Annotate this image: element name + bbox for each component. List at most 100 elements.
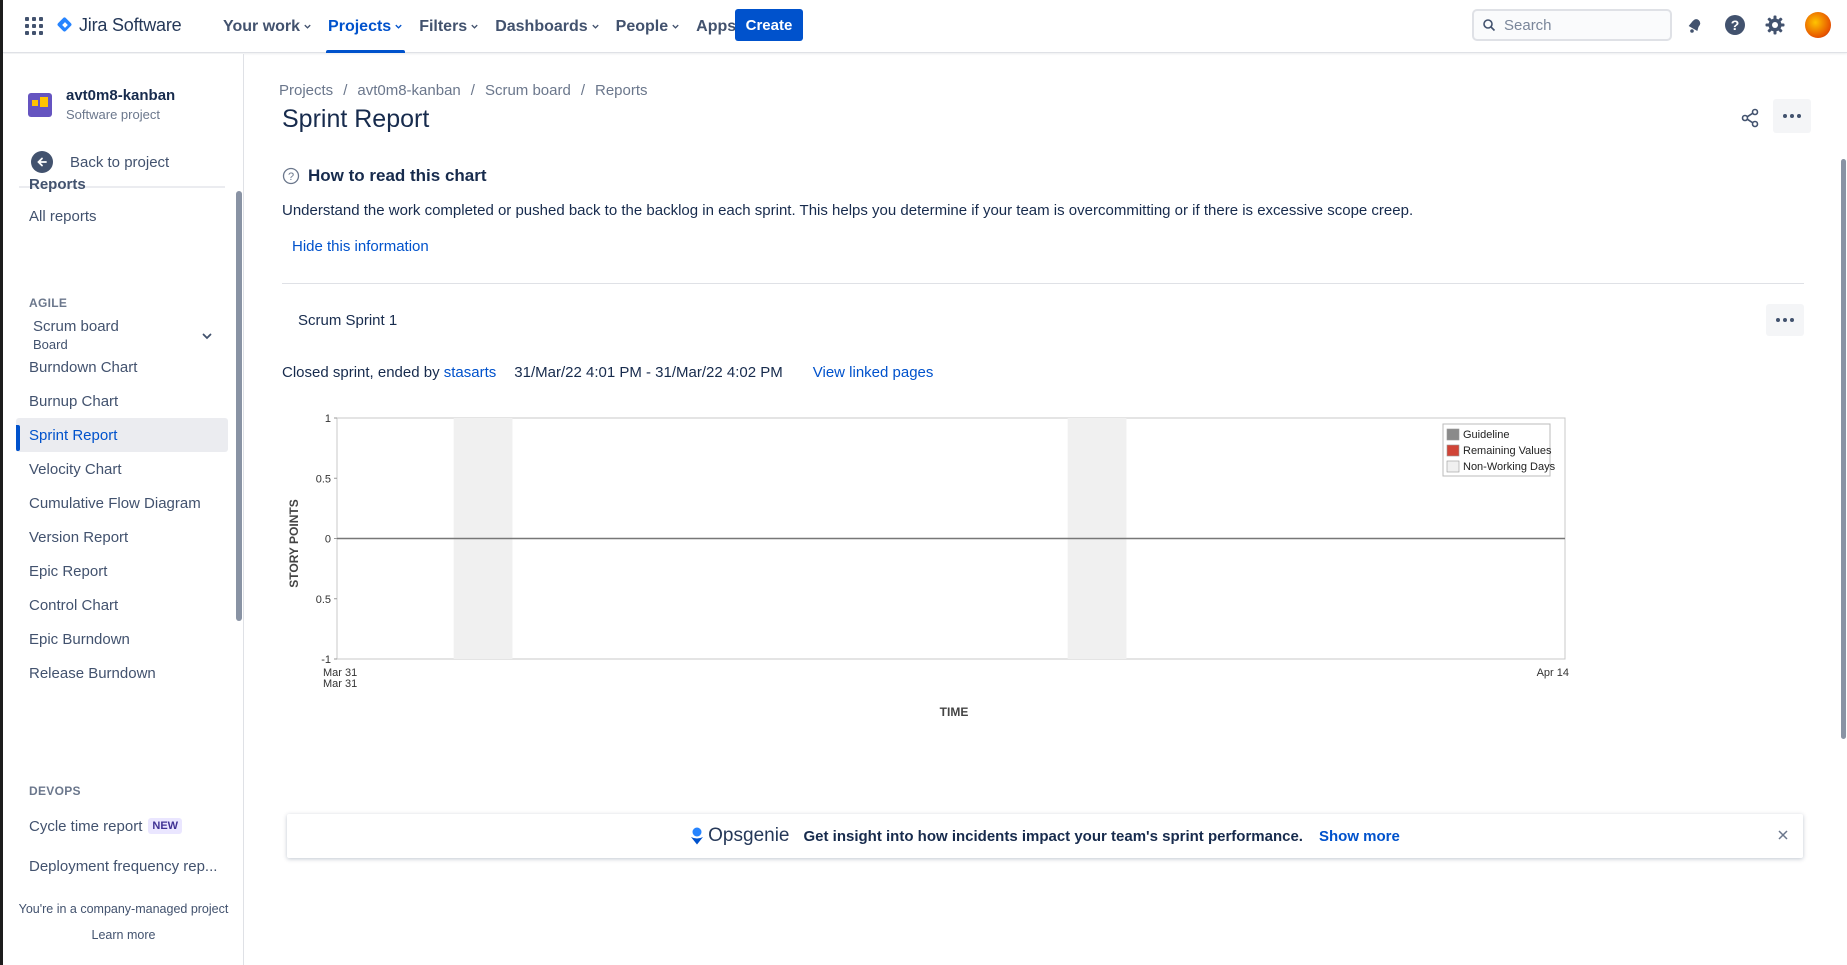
sidebar-item-label: Burndown Chart — [29, 358, 138, 376]
arrow-left-icon — [31, 151, 53, 173]
notifications-icon[interactable] — [1683, 13, 1707, 37]
sidebar-item-velocity-chart[interactable]: Velocity Chart — [16, 452, 228, 486]
project-sidebar: avt0m8-kanban Software project Back to p… — [3, 54, 244, 965]
breadcrumb-separator: / — [470, 82, 475, 99]
sprint-meta: Closed sprint, ended by stasarts 31/Mar/… — [282, 364, 933, 381]
nav-item-label: People — [615, 17, 669, 35]
share-icon[interactable] — [1735, 103, 1765, 133]
y-tick-label: 0.5 — [316, 473, 331, 485]
y-tick-label: 1 — [325, 414, 331, 425]
reports-heading: Reports — [29, 176, 86, 193]
sidebar-item-all-reports[interactable]: All reports — [16, 196, 228, 236]
project-header[interactable]: avt0m8-kanban Software project — [28, 87, 175, 122]
sidebar-item-control-chart[interactable]: Control Chart — [16, 588, 228, 622]
board-name: Scrum board — [33, 318, 119, 335]
nav-item-your-work[interactable]: Your work — [215, 0, 320, 53]
search-box[interactable] — [1472, 9, 1672, 41]
breadcrumb-item[interactable]: Reports — [595, 82, 648, 99]
legend-label: Remaining Values — [1463, 445, 1552, 457]
sidebar-item-label: Epic Burndown — [29, 630, 130, 648]
search-input[interactable] — [1504, 16, 1664, 34]
hide-information-link[interactable]: Hide this information — [292, 238, 429, 255]
sidebar-item-label: Cumulative Flow Diagram — [29, 494, 201, 512]
sidebar-item-sprint-report[interactable]: Sprint Report — [16, 418, 228, 452]
chevron-down-icon — [471, 24, 478, 29]
breadcrumb-item[interactable]: Projects — [279, 82, 333, 99]
how-to-read-title: How to read this chart — [308, 166, 487, 185]
sprint-burndown-chart: 1 0.5 0 0.5 -1 Mar 31 Mar 31 Apr 14 TIME STORY PO… — [282, 413, 1822, 804]
legend-swatch — [1446, 460, 1460, 473]
nav-item-label: Apps — [696, 17, 737, 35]
opsgenie-icon — [691, 827, 704, 845]
top-navigation-bar: Jira Software Your work Projects Filters Da… — [3, 0, 1847, 53]
show-more-link[interactable]: Show more — [1319, 828, 1400, 845]
nav-item-label: Filters — [419, 17, 468, 35]
sidebar-item-release-burndown[interactable]: Release Burndown — [16, 656, 228, 690]
chart-info-text: Understand the work completed or pushed … — [282, 202, 1414, 219]
nav-item-projects[interactable]: Projects — [320, 0, 411, 53]
sprint-selector[interactable]: Scrum Sprint 1 — [298, 312, 397, 329]
nav-item-people[interactable]: People — [608, 0, 688, 53]
learn-more-link[interactable]: Learn more — [3, 928, 244, 942]
section-divider — [282, 283, 1804, 284]
svg-text:?: ? — [1731, 17, 1740, 33]
breadcrumb-item[interactable]: Scrum board — [485, 82, 571, 99]
closed-sprint-text: Closed sprint, ended by — [282, 364, 444, 381]
view-linked-pages-link[interactable]: View linked pages — [813, 364, 934, 381]
sidebar-item-cumulative-flow-diagram[interactable]: Cumulative Flow Diagram — [16, 486, 228, 520]
sidebar-item-burndown-chart[interactable]: Burndown Chart — [16, 350, 228, 384]
back-to-project-link[interactable]: Back to project — [31, 151, 169, 173]
ended-by-user-link[interactable]: stasarts — [444, 364, 497, 381]
app-switcher-icon[interactable] — [23, 15, 45, 37]
y-tick-label: 0.5 — [316, 594, 331, 606]
sidebar-item-label: Release Burndown — [29, 664, 156, 682]
sidebar-item-label: Deployment frequency rep... — [29, 857, 218, 875]
breadcrumb-separator: / — [580, 82, 585, 99]
chevron-down-icon — [591, 24, 599, 29]
legend-swatch — [1446, 428, 1460, 441]
opsgenie-banner: Opsgenie Get insight into how incidents … — [287, 814, 1803, 858]
new-badge: NEW — [148, 818, 183, 834]
sidebar-item-deployment-frequency[interactable]: Deployment frequency rep... — [16, 846, 228, 886]
settings-icon[interactable] — [1763, 13, 1787, 37]
sidebar-item-label: Burnup Chart — [29, 392, 119, 410]
close-icon[interactable] — [1775, 827, 1791, 843]
sidebar-item-label: Cycle time report — [29, 817, 143, 835]
sidebar-item-label: Version Report — [29, 528, 129, 546]
sidebar-item-label: Velocity Chart — [29, 460, 122, 478]
opsgenie-brand: Opsgenie — [708, 825, 790, 846]
x-tick-label: Apr 14 — [1537, 667, 1569, 679]
nav-item-label: Dashboards — [495, 17, 588, 35]
help-icon[interactable]: ? — [1723, 13, 1747, 37]
chevron-down-icon — [672, 24, 679, 29]
ellipsis-icon — [1776, 318, 1780, 322]
x-axis-label: TIME — [940, 705, 969, 719]
main-scrollbar[interactable] — [1841, 159, 1846, 739]
sidebar-item-version-report[interactable]: Version Report — [16, 520, 228, 554]
sidebar-item-epic-report[interactable]: Epic Report — [16, 554, 228, 588]
legend-label: Guideline — [1463, 429, 1509, 441]
sidebar-item-label: Sprint Report — [29, 426, 118, 444]
sidebar-item-cycle-time-report[interactable]: Cycle time report NEW — [16, 806, 228, 846]
jira-logo[interactable]: Jira Software — [57, 13, 182, 37]
sprint-more-button[interactable] — [1766, 304, 1804, 336]
chart-svg: 10.500.5-1Mar 31Mar 31Apr 14TIMESTORY PO… — [287, 413, 1569, 719]
create-button[interactable]: Create — [735, 9, 803, 41]
sidebar-scrollbar[interactable] — [236, 191, 242, 621]
avatar[interactable] — [1805, 12, 1831, 38]
nav-item-dashboards[interactable]: Dashboards — [487, 0, 607, 53]
sidebar-item-epic-burndown[interactable]: Epic Burndown — [16, 622, 228, 656]
sidebar-item-burnup-chart[interactable]: Burnup Chart — [16, 384, 228, 418]
more-actions-button[interactable] — [1773, 99, 1811, 133]
devops-group-heading: DEVOPS — [29, 784, 81, 798]
project-name: avt0m8-kanban — [66, 87, 176, 104]
project-avatar-icon — [28, 92, 52, 117]
nav-item-label: Your work — [223, 17, 301, 35]
breadcrumb: Projects / avt0m8-kanban / Scrum board / Repor… — [279, 82, 648, 99]
breadcrumb-item[interactable]: avt0m8-kanban — [357, 82, 460, 99]
nav-item-label: Projects — [328, 17, 392, 35]
nav-item-filters[interactable]: Filters — [411, 0, 487, 53]
how-to-read-section: ? How to read this chart — [282, 166, 487, 186]
svg-text:?: ? — [288, 171, 294, 183]
legend-label: Non-Working Days — [1463, 461, 1556, 473]
